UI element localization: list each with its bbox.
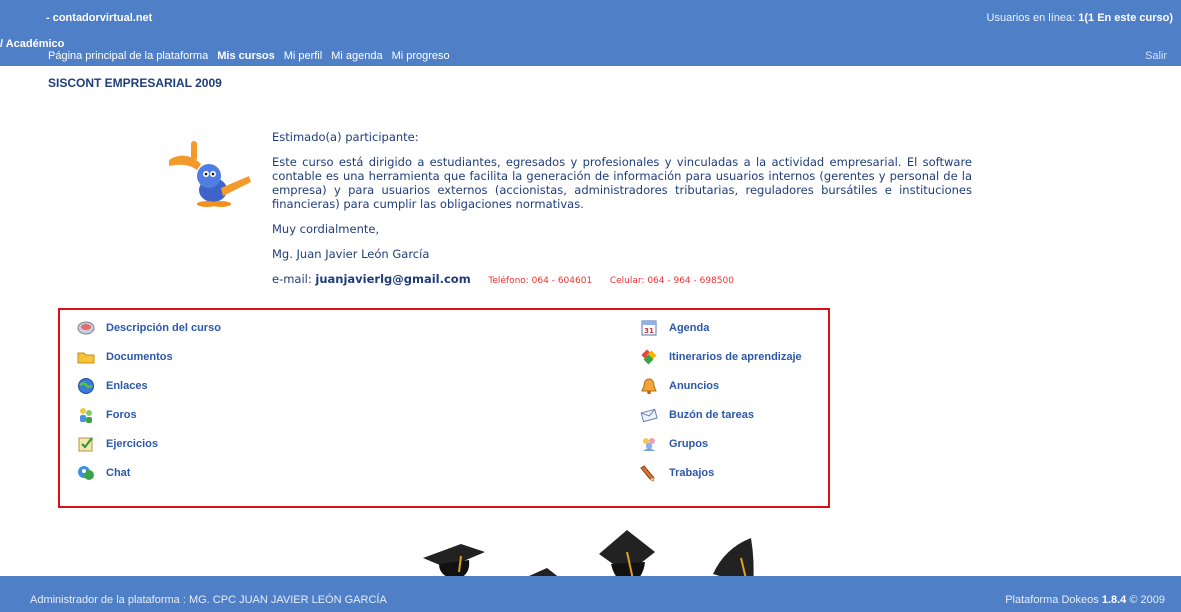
tool-label: Trabajos [669,467,715,479]
users-online-label: Usuarios en línea: [986,12,1079,24]
tool-learning-paths[interactable]: Itinerarios de aprendizaje [640,348,802,366]
course-tools-panel: Descripción del curso Documentos Enlaces… [58,308,830,508]
tool-forums[interactable]: Foros [77,406,137,424]
pencil-icon [640,464,658,482]
tool-label: Enlaces [106,380,148,392]
tool-agenda[interactable]: 31 Agenda [640,319,709,337]
users-online: Usuarios en línea: 1(1 En este curso) [987,12,1173,24]
phone-number: Teléfono: 064 - 604601 [488,276,593,286]
breadcrumb[interactable]: / Académico [0,38,64,50]
tool-label: Buzón de tareas [669,409,754,421]
groups-icon [640,435,658,453]
platform-admin[interactable]: Administrador de la plataforma : MG. CPC… [30,594,387,606]
course-description-text: Este curso está dirigido a estudiantes, … [272,155,972,211]
learning-path-icon [640,348,658,366]
graduation-cap-icon [423,544,485,580]
contact-line: e-mail: juanjavierlg@gmail.com Teléfono:… [272,272,972,288]
main-nav: Página principal de la plataforma Mis cu… [48,50,450,62]
tool-announcements[interactable]: Anuncios [640,377,719,395]
nav-home[interactable]: Página principal de la plataforma [48,50,208,62]
tool-label: Anuncios [669,380,720,392]
closing: Muy cordialmente, [272,222,380,236]
chat-icon [77,464,95,482]
tool-label: Grupos [669,438,709,450]
bell-icon [640,377,658,395]
tool-groups[interactable]: Grupos [640,435,708,453]
mobile-number: Celular: 064 - 964 - 698500 [609,276,734,286]
signature: Mg. Juan Javier León García [272,247,430,261]
nav-my-courses[interactable]: Mis cursos [217,50,274,62]
course-title[interactable]: SISCONT EMPRESARIAL 2009 [48,76,222,90]
version-number: 1.8.4 [1101,594,1127,606]
tool-exercises[interactable]: Ejercicios [77,435,158,453]
tool-label: Itinerarios de aprendizaje [669,351,802,363]
tool-label: Descripción del curso [106,322,221,334]
email-label: e-mail: [272,272,312,286]
exercise-icon [77,435,95,453]
nav-my-agenda[interactable]: Mi agenda [331,50,382,62]
forum-icon [77,406,95,424]
description-icon [77,319,95,337]
tool-label: Chat [106,467,131,479]
nav-my-profile[interactable]: Mi perfil [284,50,323,62]
folder-icon [77,348,95,366]
tool-works[interactable]: Trabajos [640,464,714,482]
calendar-icon: 31 [640,319,658,337]
tool-course-description[interactable]: Descripción del curso [77,319,221,337]
tool-chat[interactable]: Chat [77,464,130,482]
svg-text:31: 31 [644,327,654,335]
platform-name: Plataforma Dokeos [1005,594,1102,606]
platform-version[interactable]: Plataforma Dokeos 1.8.4 © 2009 [1005,594,1165,606]
footer: Administrador de la plataforma : MG. CPC… [0,576,1181,612]
tool-label: Ejercicios [106,438,158,450]
mascot-pointing-icon [169,141,251,207]
tool-label: Documentos [106,351,173,363]
tool-documents[interactable]: Documentos [77,348,173,366]
mailbox-icon [640,406,658,424]
copyright-year: © 2009 [1126,594,1165,606]
email-address[interactable]: juanjavierlg@gmail.com [315,272,470,286]
logout-link[interactable]: Salir [1145,50,1167,62]
tool-assignments-inbox[interactable]: Buzón de tareas [640,406,754,424]
site-name[interactable]: - contadorvirtual.net [46,12,152,24]
welcome-message: Estimado(a) participante: Este curso est… [272,130,972,299]
tool-label: Foros [106,409,137,421]
tool-links[interactable]: Enlaces [77,377,148,395]
tool-label: Agenda [669,322,710,334]
globe-icon [77,377,95,395]
greeting: Estimado(a) participante: [272,130,419,144]
users-online-count[interactable]: 1(1 En este curso) [1078,12,1173,24]
top-header: - contadorvirtual.net Usuarios en línea:… [0,0,1181,66]
nav-my-progress[interactable]: Mi progreso [392,50,450,62]
